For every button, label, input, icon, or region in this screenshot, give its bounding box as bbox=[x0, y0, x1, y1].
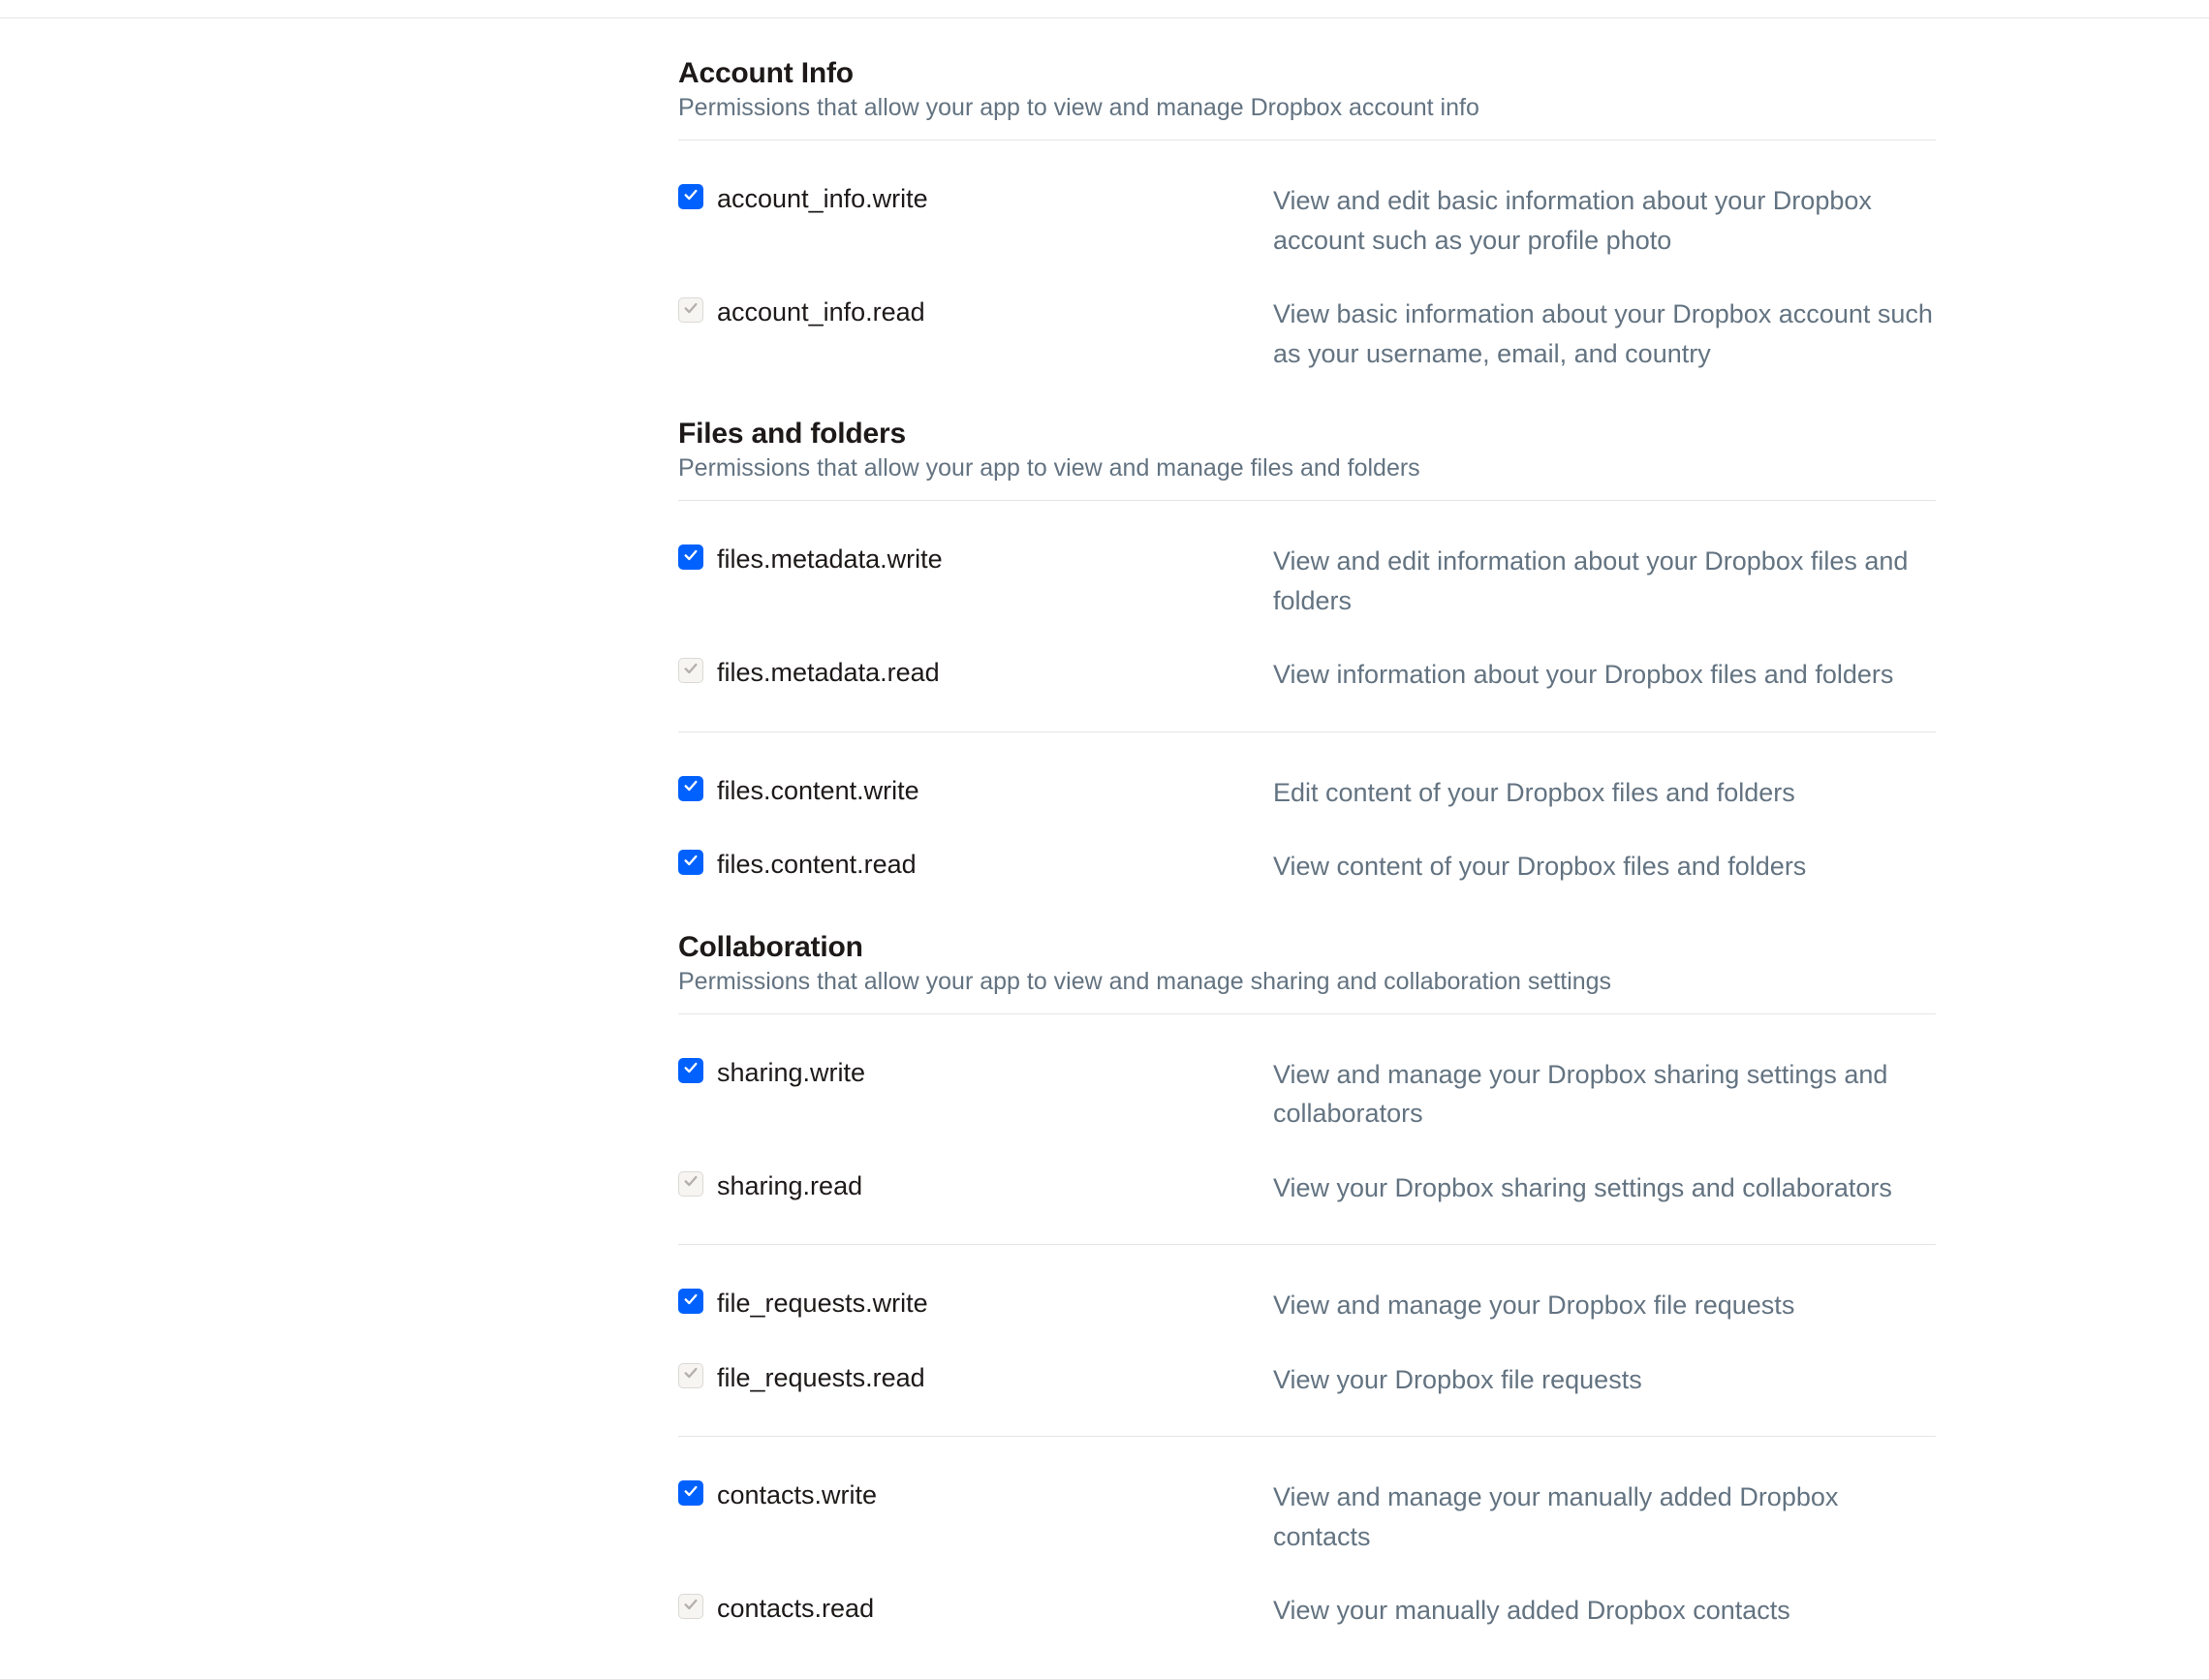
check-icon bbox=[683, 778, 699, 798]
permission-description: View and edit basic information about yo… bbox=[1273, 181, 1936, 260]
checkbox-sharing-write[interactable] bbox=[678, 1058, 703, 1083]
permission-name: account_info.read bbox=[717, 295, 925, 329]
permission-description: View your Dropbox sharing settings and c… bbox=[1273, 1168, 1936, 1208]
permission-description: View basic information about your Dropbo… bbox=[1273, 295, 1936, 373]
checkbox-files-metadata-read bbox=[678, 658, 703, 683]
permission-left: file_requests.write bbox=[678, 1286, 1273, 1321]
checkbox-file-requests-write[interactable] bbox=[678, 1289, 703, 1314]
page-bottom-divider bbox=[0, 1679, 2209, 1680]
permission-description: View and manage your Dropbox file reques… bbox=[1273, 1286, 1936, 1325]
permission-row: files.content.write Edit content of your … bbox=[678, 756, 1936, 830]
permission-left: contacts.read bbox=[678, 1591, 1273, 1626]
checkbox-account-info-write[interactable] bbox=[678, 184, 703, 209]
checkbox-account-info-read bbox=[678, 297, 703, 323]
check-icon bbox=[683, 1173, 699, 1194]
permission-group: contacts.write View and manage your manua… bbox=[678, 1437, 1936, 1648]
permission-description: View and manage your Dropbox sharing set… bbox=[1273, 1055, 1936, 1134]
permission-name: contacts.write bbox=[717, 1478, 877, 1512]
section-title: Files and folders bbox=[678, 418, 1936, 451]
permission-name: sharing.write bbox=[717, 1055, 865, 1090]
check-icon bbox=[683, 661, 699, 681]
check-icon bbox=[683, 1365, 699, 1385]
section-title: Collaboration bbox=[678, 931, 1936, 964]
checkbox-contacts-read bbox=[678, 1594, 703, 1619]
permission-name: sharing.read bbox=[717, 1168, 862, 1203]
permission-left: account_info.write bbox=[678, 181, 1273, 216]
permission-left: contacts.write bbox=[678, 1478, 1273, 1512]
permission-row: account_info.read View basic information … bbox=[678, 277, 1936, 390]
checkbox-files-metadata-write[interactable] bbox=[678, 544, 703, 570]
permission-group: file_requests.write View and manage your … bbox=[678, 1245, 1936, 1416]
permission-name: contacts.read bbox=[717, 1591, 874, 1626]
checkbox-file-requests-read bbox=[678, 1363, 703, 1388]
permission-description: Edit content of your Dropbox files and f… bbox=[1273, 773, 1936, 813]
check-icon bbox=[683, 1060, 699, 1080]
permission-description: View and edit information about your Dro… bbox=[1273, 542, 1936, 620]
section-title: Account Info bbox=[678, 57, 1936, 90]
permission-row: sharing.write View and manage your Dropbo… bbox=[678, 1038, 1936, 1151]
permissions-content: Account Info Permissions that allow your … bbox=[254, 18, 1955, 1648]
checkbox-files-content-read[interactable] bbox=[678, 850, 703, 875]
permission-row: contacts.read View your manually added Dr… bbox=[678, 1573, 1936, 1648]
section-subtitle: Permissions that allow your app to view … bbox=[678, 94, 1936, 140]
check-icon bbox=[683, 1483, 699, 1504]
check-icon bbox=[683, 547, 699, 568]
permission-description: View your Dropbox file requests bbox=[1273, 1360, 1936, 1400]
permission-left: files.content.read bbox=[678, 847, 1273, 882]
permission-description: View your manually added Dropbox contact… bbox=[1273, 1591, 1936, 1631]
permission-row: file_requests.read View your Dropbox file… bbox=[678, 1343, 1936, 1417]
check-icon bbox=[683, 300, 699, 321]
permission-left: sharing.write bbox=[678, 1055, 1273, 1090]
permission-group: files.metadata.write View and edit inform… bbox=[678, 501, 1936, 712]
checkbox-contacts-write[interactable] bbox=[678, 1480, 703, 1506]
permission-name: file_requests.read bbox=[717, 1360, 925, 1395]
permission-row: files.content.read View content of your D… bbox=[678, 829, 1936, 904]
permission-left: files.content.write bbox=[678, 773, 1273, 808]
permission-row: sharing.read View your Dropbox sharing se… bbox=[678, 1151, 1936, 1226]
permission-left: account_info.read bbox=[678, 295, 1273, 329]
permission-name: files.metadata.write bbox=[717, 542, 943, 576]
permission-group: account_info.write View and edit basic in… bbox=[678, 140, 1936, 390]
check-icon bbox=[683, 187, 699, 207]
permission-name: files.metadata.read bbox=[717, 655, 940, 690]
permissions-section: Files and foldersPermissions that allow … bbox=[678, 418, 1936, 904]
permission-name: file_requests.write bbox=[717, 1286, 928, 1321]
permission-left: files.metadata.read bbox=[678, 655, 1273, 690]
permission-row: files.metadata.write View and edit inform… bbox=[678, 524, 1936, 638]
permission-left: file_requests.read bbox=[678, 1360, 1273, 1395]
checkbox-sharing-read bbox=[678, 1171, 703, 1197]
checkbox-files-content-write[interactable] bbox=[678, 776, 703, 801]
permission-name: files.content.write bbox=[717, 773, 919, 808]
permission-description: View information about your Dropbox file… bbox=[1273, 655, 1936, 695]
section-subtitle: Permissions that allow your app to view … bbox=[678, 968, 1936, 1013]
permission-group: sharing.write View and manage your Dropbo… bbox=[678, 1014, 1936, 1226]
permissions-section: Account Info Permissions that allow your … bbox=[678, 57, 1936, 390]
check-icon bbox=[683, 1291, 699, 1312]
permission-description: View and manage your manually added Drop… bbox=[1273, 1478, 1936, 1556]
permission-left: files.metadata.write bbox=[678, 542, 1273, 576]
permission-description: View content of your Dropbox files and f… bbox=[1273, 847, 1936, 887]
check-icon bbox=[683, 1597, 699, 1617]
permission-row: file_requests.write View and manage your … bbox=[678, 1268, 1936, 1343]
section-subtitle: Permissions that allow your app to view … bbox=[678, 454, 1936, 500]
permission-row: contacts.write View and manage your manua… bbox=[678, 1460, 1936, 1573]
permission-name: files.content.read bbox=[717, 847, 917, 882]
permission-row: files.metadata.read View information abou… bbox=[678, 638, 1936, 712]
permission-row: account_info.write View and edit basic in… bbox=[678, 164, 1936, 277]
check-icon bbox=[683, 853, 699, 873]
permission-left: sharing.read bbox=[678, 1168, 1273, 1203]
permission-group: files.content.write Edit content of your … bbox=[678, 732, 1936, 904]
permissions-section: Collaboration Permissions that allow your… bbox=[678, 931, 1936, 1648]
permission-name: account_info.write bbox=[717, 181, 928, 216]
